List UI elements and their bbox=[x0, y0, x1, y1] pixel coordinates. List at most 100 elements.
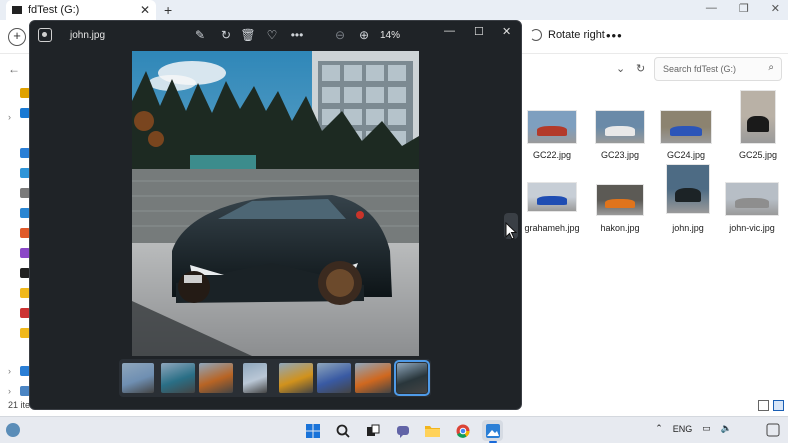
volume-icon[interactable]: 🔈 bbox=[721, 423, 732, 434]
rotate-right-label: Rotate right bbox=[548, 29, 605, 41]
rotate-right-icon bbox=[530, 29, 542, 41]
file-item[interactable]: hakon.jpg bbox=[588, 184, 652, 233]
chevron-down-icon[interactable]: ⌄ bbox=[616, 62, 625, 75]
search-input[interactable]: Search fdTest (G:) ⌕ bbox=[654, 57, 782, 81]
file-thumbnail bbox=[527, 110, 577, 144]
file-item[interactable]: GC22.jpg bbox=[520, 110, 584, 160]
chrome-button[interactable] bbox=[452, 420, 473, 441]
file-thumbnail bbox=[740, 90, 776, 144]
file-item[interactable]: GC23.jpg bbox=[588, 110, 652, 160]
filmstrip-thumbnail[interactable] bbox=[355, 363, 391, 393]
explorer-tab-title: fdTest (G:) bbox=[28, 4, 80, 16]
photos-viewer-window: john.jpg ✎ ↻ 🗑 ♡ ••• ⊖ ⊕ 14% — ☐ ✕ bbox=[29, 20, 522, 410]
chat-icon bbox=[396, 425, 409, 438]
show-hidden-icons-chevron-icon[interactable]: ⌃ bbox=[655, 423, 663, 434]
navigation-pane: › › › bbox=[0, 84, 30, 404]
minimize-icon[interactable]: — bbox=[444, 25, 455, 37]
photos-app-button[interactable] bbox=[482, 420, 503, 443]
more-options-button[interactable]: ••• bbox=[606, 28, 623, 43]
favorite-heart-icon[interactable]: ♡ bbox=[264, 27, 280, 43]
file-item[interactable]: GC25.jpg bbox=[726, 90, 788, 160]
expand-chevron-icon[interactable]: › bbox=[8, 386, 11, 396]
taskbar: ⌃ ENG ▭ 🔈 bbox=[0, 416, 788, 443]
new-button[interactable]: + bbox=[8, 28, 26, 46]
main-photo[interactable] bbox=[132, 51, 419, 356]
explorer-tab-bar: fdTest (G:) ✕ + — ❐ ✕ bbox=[0, 0, 788, 20]
restore-icon[interactable]: ❐ bbox=[739, 2, 749, 15]
notifications-icon[interactable] bbox=[766, 423, 780, 437]
car-photo-image bbox=[132, 51, 419, 356]
view-toggle bbox=[758, 400, 784, 411]
delete-icon[interactable]: 🗑 bbox=[240, 27, 256, 43]
new-tab-button[interactable]: + bbox=[164, 2, 172, 18]
viewer-title-bar: john.jpg ✎ ↻ 🗑 ♡ ••• ⊖ ⊕ 14% — ☐ ✕ bbox=[30, 21, 521, 51]
file-name: GC24.jpg bbox=[666, 150, 706, 160]
mouse-cursor-icon bbox=[505, 222, 517, 240]
file-thumbnail bbox=[596, 184, 644, 216]
search-icon bbox=[336, 424, 350, 438]
zoom-in-icon[interactable]: ⊕ bbox=[356, 27, 372, 43]
filmstrip-thumbnail[interactable] bbox=[122, 363, 154, 393]
teams-chat-button[interactable] bbox=[392, 420, 413, 441]
file-item[interactable]: grahameh.jpg bbox=[520, 182, 584, 233]
task-view-button[interactable] bbox=[362, 420, 383, 441]
details-view-icon[interactable] bbox=[758, 400, 769, 411]
file-thumbnail bbox=[660, 110, 712, 144]
item-count: 21 ite bbox=[8, 400, 31, 410]
refresh-icon[interactable]: ↻ bbox=[636, 62, 645, 75]
network-icon[interactable]: ▭ bbox=[702, 423, 711, 434]
file-name: john.jpg bbox=[672, 223, 704, 233]
file-explorer-button[interactable] bbox=[422, 420, 443, 441]
file-item[interactable]: john-vic.jpg bbox=[720, 182, 784, 233]
edit-image-icon[interactable]: ✎ bbox=[192, 27, 208, 43]
zoom-level: 14% bbox=[380, 30, 401, 41]
back-arrow-icon[interactable]: ← bbox=[8, 62, 20, 76]
file-name: GC23.jpg bbox=[600, 150, 640, 160]
explorer-tab[interactable]: fdTest (G:) ✕ bbox=[6, 0, 156, 20]
file-thumbnail bbox=[666, 164, 710, 214]
task-view-icon bbox=[366, 424, 379, 436]
widgets-icon[interactable] bbox=[6, 423, 20, 437]
close-icon[interactable]: ✕ bbox=[502, 25, 511, 38]
file-name: grahameh.jpg bbox=[524, 223, 580, 233]
file-thumbnail bbox=[725, 182, 779, 216]
filmstrip-thumbnail[interactable] bbox=[317, 363, 351, 393]
chrome-icon bbox=[456, 424, 470, 438]
search-icon: ⌕ bbox=[768, 62, 774, 73]
minimize-icon[interactable]: — bbox=[706, 2, 717, 15]
file-thumbnail bbox=[595, 110, 645, 144]
file-thumbnail bbox=[527, 182, 577, 212]
photos-icon bbox=[485, 423, 500, 438]
taskbar-apps bbox=[302, 420, 503, 443]
rotate-icon[interactable]: ↻ bbox=[218, 27, 234, 43]
more-options-icon[interactable]: ••• bbox=[289, 27, 305, 43]
language-indicator[interactable]: ENG bbox=[673, 424, 693, 434]
maximize-icon[interactable]: ☐ bbox=[474, 25, 484, 38]
file-item[interactable]: john.jpg bbox=[656, 164, 720, 233]
expand-chevron-icon[interactable]: › bbox=[8, 112, 11, 122]
close-icon[interactable]: ✕ bbox=[771, 2, 780, 15]
file-item[interactable]: GC24.jpg bbox=[654, 110, 718, 160]
filmstrip-thumbnail[interactable] bbox=[279, 363, 313, 393]
explorer-window-controls: — ❐ ✕ bbox=[706, 2, 780, 15]
system-tray: ⌃ ENG ▭ 🔈 bbox=[655, 423, 732, 434]
drive-icon bbox=[12, 6, 22, 14]
file-name: hakon.jpg bbox=[600, 223, 640, 233]
expand-chevron-icon[interactable]: › bbox=[8, 366, 11, 376]
filmstrip-thumbnail[interactable] bbox=[394, 360, 430, 396]
file-name: john-vic.jpg bbox=[729, 223, 775, 233]
filmstrip bbox=[119, 359, 431, 397]
rotate-right-button[interactable]: Rotate right bbox=[530, 29, 605, 41]
folder-icon bbox=[425, 426, 440, 437]
close-tab-icon[interactable]: ✕ bbox=[140, 3, 150, 17]
filmstrip-thumbnail[interactable] bbox=[199, 363, 233, 393]
filmstrip-thumbnail[interactable] bbox=[243, 363, 267, 393]
filmstrip-thumbnail[interactable] bbox=[161, 363, 195, 393]
large-icons-view-icon[interactable] bbox=[773, 400, 784, 411]
photos-app-icon[interactable] bbox=[38, 28, 52, 42]
start-button[interactable] bbox=[302, 420, 323, 441]
windows-logo-icon bbox=[305, 423, 320, 438]
search-button[interactable] bbox=[332, 420, 353, 441]
zoom-out-icon[interactable]: ⊖ bbox=[332, 27, 348, 43]
file-name: GC22.jpg bbox=[532, 150, 572, 160]
